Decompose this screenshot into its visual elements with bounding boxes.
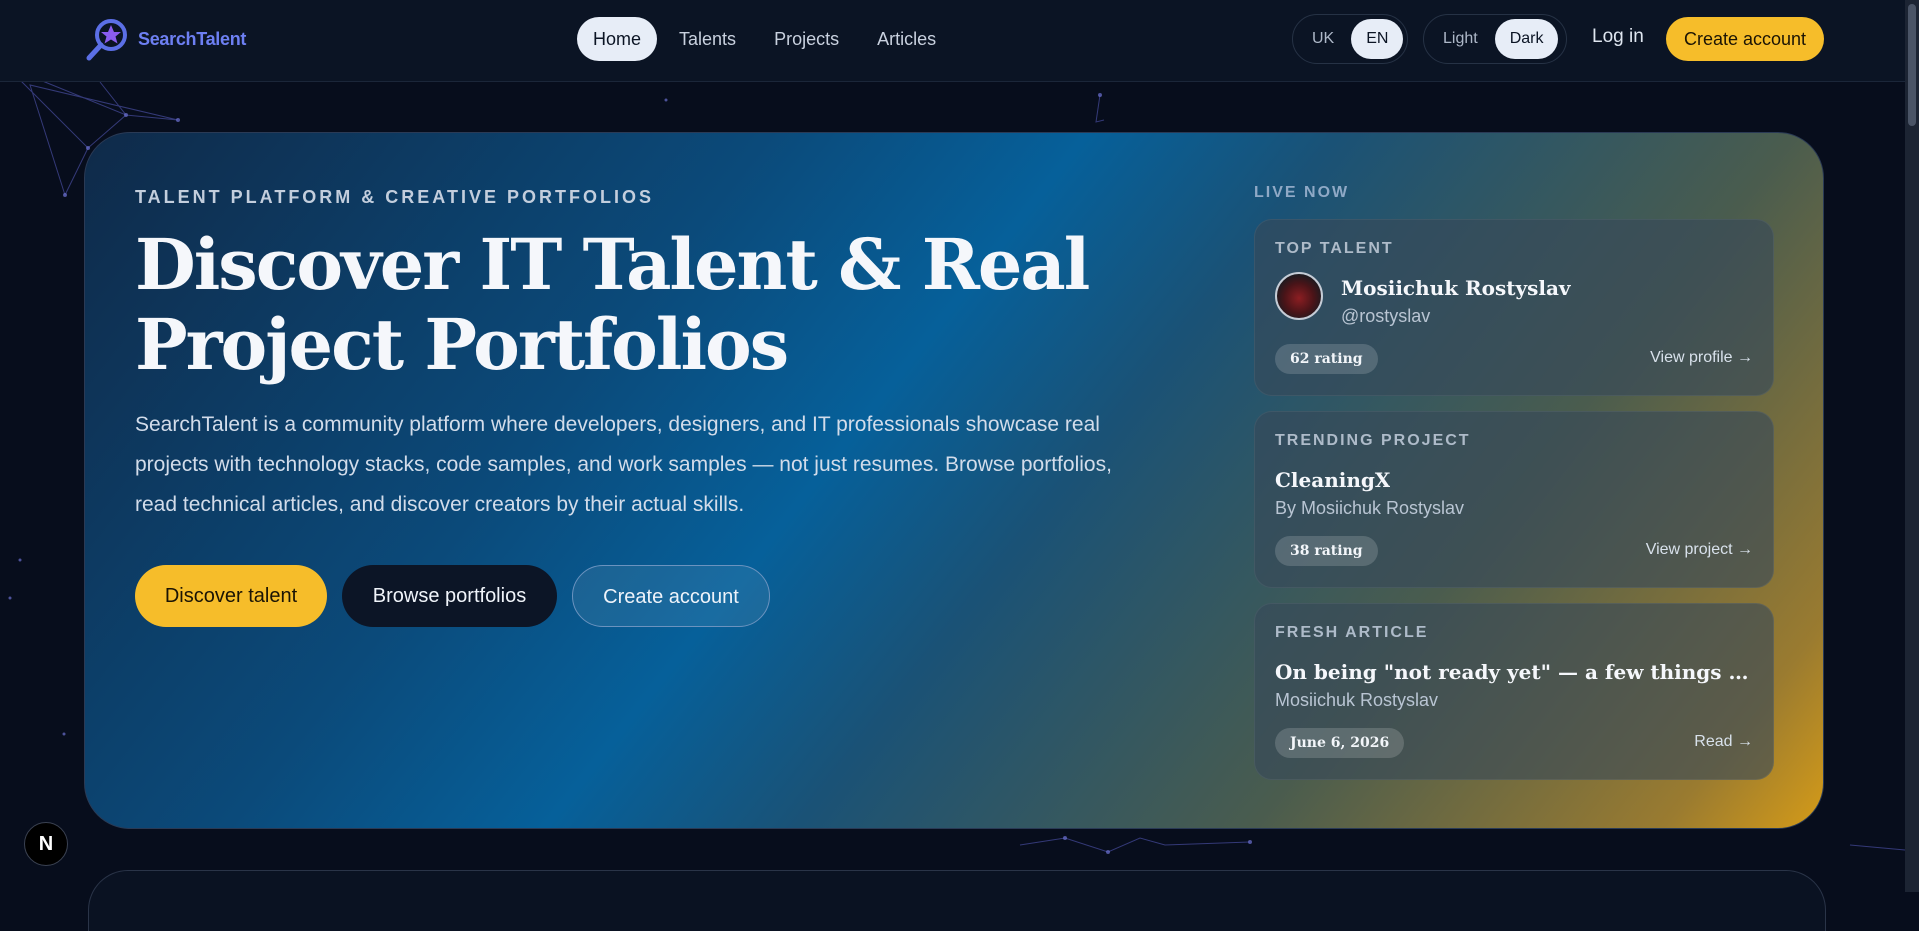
rating-badge: 62 rating xyxy=(1275,344,1378,374)
language-option-en[interactable]: EN xyxy=(1351,19,1404,59)
date-badge: June 6, 2026 xyxy=(1275,728,1405,758)
read-article-link[interactable]: Read → xyxy=(1694,733,1753,751)
hero-title: Discover IT Talent & Real Project Portfo… xyxy=(135,223,1090,386)
scrollbar[interactable] xyxy=(1905,0,1919,892)
talent-name[interactable]: Mosiichuk Rostyslav xyxy=(1341,276,1571,300)
live-now-label: LIVE NOW xyxy=(1254,184,1350,201)
nav-home[interactable]: Home xyxy=(577,17,658,61)
view-project-link[interactable]: View project → xyxy=(1646,541,1753,559)
theme-option-light[interactable]: Light xyxy=(1428,19,1493,59)
project-author: By Mosiichuk Rostyslav xyxy=(1275,498,1465,518)
article-title[interactable]: On being "not ready yet" — a few things … xyxy=(1275,660,1755,684)
card-label: TOP TALENT xyxy=(1275,240,1394,257)
discover-talent-button[interactable]: Discover talent xyxy=(135,565,327,627)
top-talent-card[interactable]: TOP TALENT Mosiichuk Rostyslav @rostysla… xyxy=(1254,219,1774,396)
language-switcher: UK EN xyxy=(1292,14,1408,64)
dev-tools-badge[interactable]: N xyxy=(24,822,68,866)
trending-project-card[interactable]: TRENDING PROJECT CleaningX By Mosiichuk … xyxy=(1254,411,1774,588)
card-label: TRENDING PROJECT xyxy=(1275,432,1471,449)
main-nav: Home Talents Projects Articles xyxy=(577,17,952,61)
magnifier-star-icon xyxy=(86,19,127,61)
logo-text: SearchTalent xyxy=(138,28,247,49)
next-section-card xyxy=(88,870,1826,931)
create-account-button[interactable]: Create account xyxy=(1666,17,1824,61)
nav-articles[interactable]: Articles xyxy=(861,17,952,61)
view-profile-link[interactable]: View profile → xyxy=(1650,349,1753,367)
nav-talents[interactable]: Talents xyxy=(663,17,752,61)
top-header: SearchTalent Home Talents Projects Artic… xyxy=(0,0,1919,82)
avatar xyxy=(1275,272,1323,320)
login-link[interactable]: Log in xyxy=(1592,26,1644,48)
project-name[interactable]: CleaningX xyxy=(1275,468,1390,492)
theme-option-dark[interactable]: Dark xyxy=(1494,19,1559,59)
language-option-uk[interactable]: UK xyxy=(1297,19,1349,59)
fresh-article-card[interactable]: FRESH ARTICLE On being "not ready yet" —… xyxy=(1254,603,1774,780)
nav-projects[interactable]: Projects xyxy=(758,17,855,61)
article-author: Mosiichuk Rostyslav xyxy=(1275,690,1439,710)
hero-eyebrow: TALENT PLATFORM & CREATIVE PORTFOLIOS xyxy=(135,187,654,207)
hero-create-account-button[interactable]: Create account xyxy=(572,565,770,627)
hero-description: SearchTalent is a community platform whe… xyxy=(135,413,1112,516)
scrollbar-thumb[interactable] xyxy=(1908,4,1916,126)
rating-badge: 38 rating xyxy=(1275,536,1378,566)
talent-handle: @rostyslav xyxy=(1341,306,1431,326)
hero-section: TALENT PLATFORM & CREATIVE PORTFOLIOS Di… xyxy=(84,132,1824,829)
browse-portfolios-button[interactable]: Browse portfolios xyxy=(342,565,557,627)
logo[interactable]: SearchTalent xyxy=(84,16,246,62)
card-label: FRESH ARTICLE xyxy=(1275,624,1429,641)
theme-switcher: Light Dark xyxy=(1423,14,1567,64)
